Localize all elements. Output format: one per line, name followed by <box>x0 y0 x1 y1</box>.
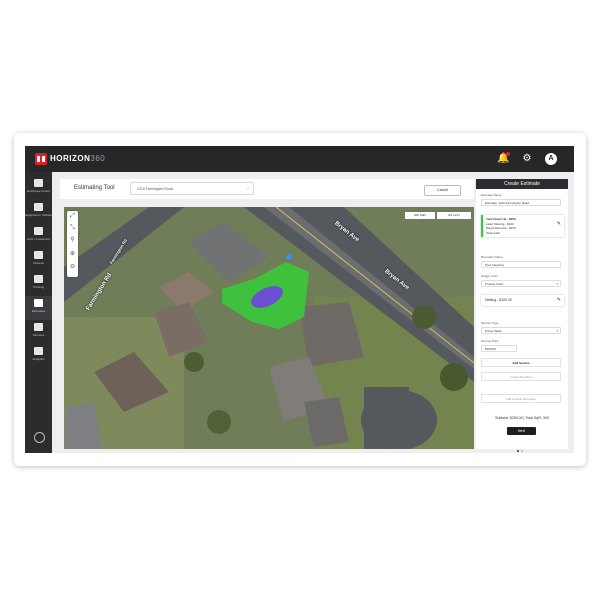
sidebar-item-label: Equipment / Vehicle <box>25 213 52 217</box>
equipment-icon <box>34 203 43 211</box>
assign-color-value: Choose Color <box>485 282 504 286</box>
calculator-icon <box>34 299 43 307</box>
service-price-value: $150.00 <box>485 347 496 351</box>
estimating-header: Estimating Tool 1215 Farmington Road × C… <box>60 179 474 199</box>
sidebar-item-invoices[interactable]: Invoices <box>25 248 52 272</box>
services-icon <box>34 323 43 331</box>
create-estimate-panel: Create Estimate Estimate Name Estimate: … <box>476 179 568 452</box>
next-button[interactable]: Next <box>507 427 536 435</box>
analytics-icon <box>34 347 43 355</box>
assign-color-select[interactable]: Choose Color ▾ <box>481 280 561 287</box>
sidebar-item-label: Analytics <box>32 357 45 361</box>
estimate-name-value: Estimate: 1215 Farmington Road <box>485 201 530 205</box>
page-dot <box>517 450 519 452</box>
sidebar-item-equipment[interactable]: Equipment / Vehicle <box>25 200 52 224</box>
gear-icon[interactable]: ⚙ <box>521 153 533 165</box>
sidebar-item-label: Invoices <box>32 261 44 265</box>
service-card-line: (Sub-total) <box>486 230 501 235</box>
sidebar-item-services[interactable]: Services <box>25 320 52 344</box>
netting-card[interactable]: Netting - $100.00 ✎ <box>481 295 564 306</box>
service-price-field[interactable]: $150.00 <box>481 345 517 352</box>
service-card[interactable]: Yard Clean Up - $259 Lawn Mowing - $100 … <box>481 215 564 237</box>
device-frame: HORIZON360 🔔 ⚙ A Employee Crews Equipmen… <box>14 133 586 466</box>
expand-icon[interactable]: ⤢ <box>69 213 76 220</box>
sidebar-item-tracking[interactable]: Tracking <box>25 272 52 296</box>
pagination-dots <box>517 439 529 452</box>
zoom-out-icon[interactable]: ⊖ <box>69 264 76 271</box>
map-toolbar: ⤢ ⤡ ⚲ ⊕ ⊖ <box>67 211 78 277</box>
create-boundary-button[interactable]: Create Boundary <box>481 372 561 381</box>
sidebar-item-jobs[interactable]: Jobs / Customers <box>25 224 52 248</box>
sidebar: Employee Crews Equipment / Vehicle Jobs … <box>25 172 52 453</box>
cancel-button[interactable]: Cancel <box>424 185 461 196</box>
sidebar-item-label: Jobs / Customers <box>26 237 51 241</box>
sidebar-item-employee-crews[interactable]: Employee Crews <box>25 176 52 200</box>
sidebar-item-label: Tracking <box>32 285 45 289</box>
add-service-button[interactable]: Add Service <box>481 358 561 367</box>
address-value: 1215 Farmington Road <box>137 187 173 191</box>
collapse-icon[interactable]: ⤡ <box>69 225 76 232</box>
assign-color-label: Assign Color <box>481 274 499 278</box>
sidebar-item-analytics[interactable]: Analytics <box>25 344 52 368</box>
sidebar-item-label: Estimates <box>31 309 46 313</box>
app-screen: HORIZON360 🔔 ⚙ A Employee Crews Equipmen… <box>25 146 574 453</box>
zoom-in-icon[interactable]: ⊕ <box>69 251 76 258</box>
sidebar-item-label: Services <box>32 333 45 337</box>
service-type-value: Power Wash <box>485 329 502 333</box>
clear-icon[interactable]: × <box>247 183 249 196</box>
address-search-input[interactable]: 1215 Farmington Road × <box>130 182 254 195</box>
notification-badge <box>506 152 510 156</box>
service-type-select[interactable]: Power Wash ▾ <box>481 327 561 334</box>
boundary-name-label: Boundary Name <box>481 255 503 259</box>
page-title: Estimating Tool <box>74 185 115 191</box>
boundary-name-value: Pool Cleaning <box>485 263 504 267</box>
pin-icon[interactable]: ⚲ <box>69 237 76 244</box>
location-icon <box>34 275 43 283</box>
estimate-name-label: Estimate Name <box>481 193 502 197</box>
briefcase-icon <box>34 227 43 235</box>
top-bar: HORIZON360 🔔 ⚙ A <box>25 146 574 172</box>
boundary-name-field[interactable]: Pool Cleaning <box>481 261 561 268</box>
chevron-down-icon: ▾ <box>556 329 558 333</box>
crew-icon <box>34 179 43 187</box>
total-linft-badge: 0/0 LinFt <box>437 212 471 219</box>
panel-title: Create Estimate <box>476 179 568 189</box>
invoice-icon <box>34 251 43 259</box>
add-another-boundary-button[interactable]: Add Another Boundary <box>481 394 561 403</box>
logo-icon <box>35 153 47 165</box>
chevron-down-icon: ▾ <box>556 282 558 286</box>
brand-name: HORIZON360 <box>50 154 106 163</box>
page-dot <box>521 450 523 452</box>
sidebar-item-estimates[interactable]: Estimates <box>25 296 52 320</box>
sidebar-item-label: Employee Crews <box>27 189 50 193</box>
satellite-map[interactable]: Farmington Rd Bryan Ave Bryan Ave Farmin… <box>64 207 474 449</box>
edit-icon[interactable]: ✎ <box>557 297 561 303</box>
service-price-label: Service Price <box>481 339 499 343</box>
subtotal-text: Subtotal: $259.00 | Total SqFt: 300 <box>495 416 549 420</box>
total-sqft-badge: 300 SqFt <box>405 212 435 219</box>
service-type-label: Service Type <box>481 321 499 325</box>
netting-card-label: Netting - $100.00 <box>485 298 512 302</box>
avatar[interactable]: A <box>545 153 557 165</box>
edit-icon[interactable]: ✎ <box>557 221 561 227</box>
help-icon[interactable] <box>34 432 45 443</box>
estimate-name-field[interactable]: Estimate: 1215 Farmington Road <box>481 199 561 206</box>
